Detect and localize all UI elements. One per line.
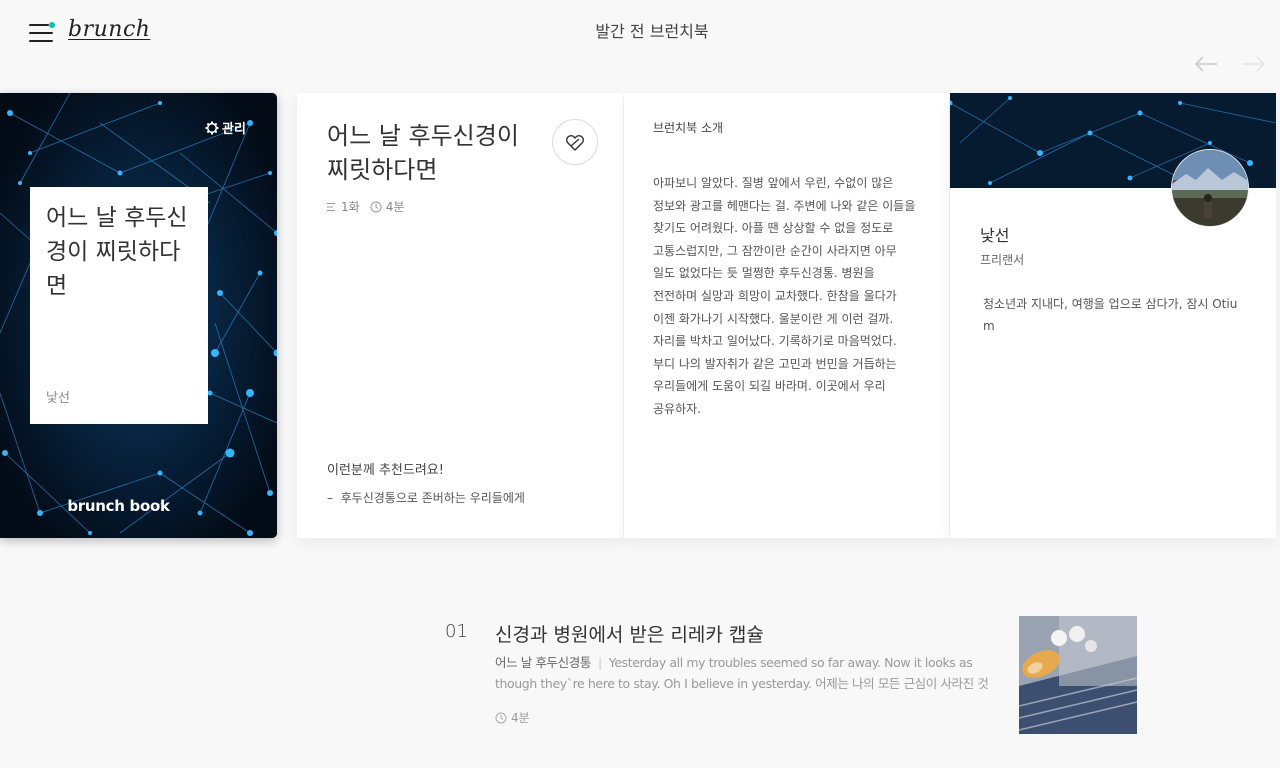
recommend-item: – 후두신경통으로 존버하는 우리들에게 xyxy=(327,491,525,505)
cover-author: 낯선 xyxy=(46,391,70,406)
manage-label: 관리 xyxy=(222,122,246,137)
author-name: 낯선 xyxy=(980,226,1010,245)
book-intro-panel: 브런치북 소개 아파보니 알았다. 질병 앞에서 우린, 수없이 많은 정보와 … xyxy=(624,93,949,538)
list-icon xyxy=(327,202,335,211)
article-read-time: 4분 xyxy=(495,709,530,726)
read-time: 4분 xyxy=(385,200,405,214)
clock-icon xyxy=(495,712,507,723)
brunch-book-label: brunch book xyxy=(67,497,170,515)
gear-icon xyxy=(205,121,219,134)
intro-body: 아파보니 알았다. 질병 앞에서 우린, 수없이 많은 정보와 광고를 헤맨다는… xyxy=(653,176,916,416)
manage-button[interactable]: 관리 xyxy=(205,118,246,137)
top-header: brunch 발간 전 브런치북 xyxy=(0,0,1280,60)
heart-icon xyxy=(566,135,584,151)
article-thumbnail[interactable] xyxy=(1019,616,1137,734)
intro-label: 브런치북 소개 xyxy=(653,121,724,135)
article-number: 01 xyxy=(445,621,468,642)
episode-count: 1화 xyxy=(341,200,360,214)
cover-title-card: 어느 날 후두신경이 찌릿하다면 낯선 xyxy=(30,187,208,424)
article-title[interactable]: 신경과 병원에서 받은 리레카 캡슐 xyxy=(495,620,764,647)
author-avatar[interactable] xyxy=(1171,149,1249,227)
book-meta: 1화 4분 xyxy=(327,198,404,215)
author-panel: 낯선 프리랜서 청소년과 지내다, 여행을 업으로 삼다가, 잠시 Otium xyxy=(950,93,1276,538)
author-description: 청소년과 지내다, 여행을 업으로 삼다가, 잠시 Otium xyxy=(983,297,1238,333)
article-book-name: 어느 날 후두신경통 xyxy=(495,655,591,670)
arrow-left-icon[interactable] xyxy=(1193,52,1219,76)
article-excerpt: 어느 날 후두신경통 | Yesterday all my troubles see… xyxy=(495,652,990,694)
like-button[interactable] xyxy=(552,119,598,165)
book-title: 어느 날 후두신경이 찌릿하다면 xyxy=(327,122,519,184)
book-info-panel: 어느 날 후두신경이 찌릿하다면 1화 4분 이런분께 추천드려요! – 후두신… xyxy=(297,93,623,538)
clock-icon xyxy=(370,201,382,212)
recommend-title: 이런분께 추천드려요! xyxy=(327,463,444,478)
article-item[interactable]: 01 신경과 병원에서 받은 리레카 캡슐 어느 날 후두신경통 | Yesterd… xyxy=(445,612,1145,742)
book-cover[interactable]: 어느 날 후두신경이 찌릿하다면 낯선 brunch book xyxy=(0,93,277,538)
author-role: 프리랜서 xyxy=(980,253,1025,267)
page-title: 발간 전 브런치북 xyxy=(595,22,709,41)
cover-title: 어느 날 후두신경이 찌릿하다면 xyxy=(46,205,188,299)
arrow-right-icon[interactable] xyxy=(1241,52,1267,76)
